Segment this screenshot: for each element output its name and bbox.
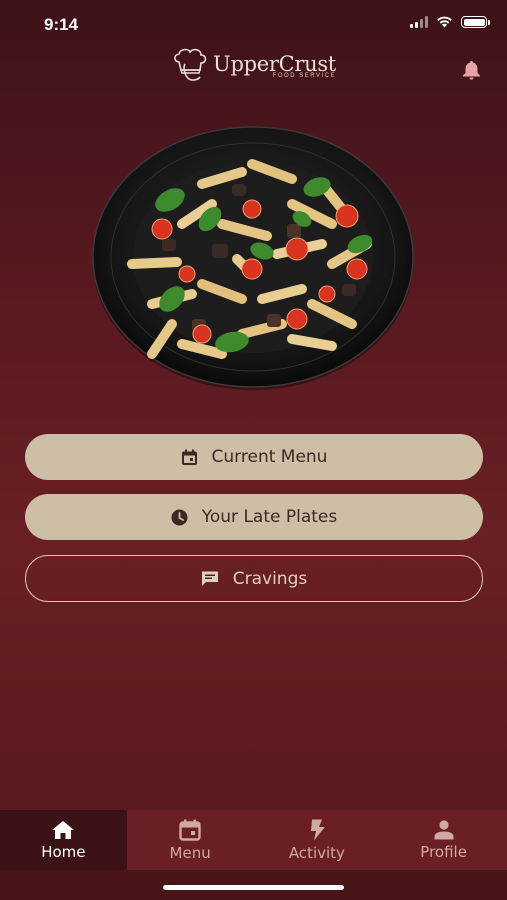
chat-icon	[201, 571, 218, 586]
lightning-icon	[310, 819, 325, 840]
logo-subtitle: FOOD SERVICE	[272, 72, 336, 79]
person-icon	[434, 819, 454, 839]
tab-activity-label: Activity	[288, 843, 345, 862]
chef-hat-logo-icon	[174, 48, 207, 81]
current-menu-button[interactable]: Current Menu	[25, 434, 483, 480]
tab-menu[interactable]: Menu	[127, 810, 254, 870]
system-icons	[410, 16, 490, 28]
bell-icon	[463, 61, 480, 80]
late-plates-button[interactable]: Your Late Plates	[25, 494, 483, 540]
app-screen: 9:14 UpperCrust FOOD SERVICE Current Men…	[0, 0, 507, 900]
calendar-icon	[181, 449, 197, 465]
cravings-button[interactable]: Cravings	[25, 555, 483, 602]
late-plates-label: Your Late Plates	[201, 507, 338, 527]
cravings-label: Cravings	[232, 568, 308, 589]
calendar-icon	[179, 819, 201, 841]
hero-pasta-image	[92, 124, 414, 392]
bottom-tab-bar: Home Menu Activity Profile	[0, 810, 507, 870]
clock-icon	[171, 509, 188, 525]
tab-home-label: Home	[41, 842, 86, 861]
cellular-signal-icon	[410, 16, 428, 28]
status-bar: 9:14	[0, 0, 507, 50]
battery-icon	[461, 16, 490, 28]
status-time: 9:14	[44, 15, 79, 34]
tab-profile-label: Profile	[420, 842, 467, 861]
wifi-icon	[437, 16, 452, 28]
home-icon	[52, 820, 75, 839]
tab-activity[interactable]: Activity	[254, 810, 381, 870]
tab-home[interactable]: Home	[0, 810, 127, 870]
notifications-button[interactable]	[462, 60, 481, 84]
tab-profile[interactable]: Profile	[380, 810, 507, 870]
current-menu-label: Current Menu	[211, 447, 328, 467]
home-indicator[interactable]	[163, 885, 344, 890]
tab-menu-label: Menu	[169, 843, 211, 862]
app-logo: UpperCrust FOOD SERVICE	[0, 48, 507, 82]
